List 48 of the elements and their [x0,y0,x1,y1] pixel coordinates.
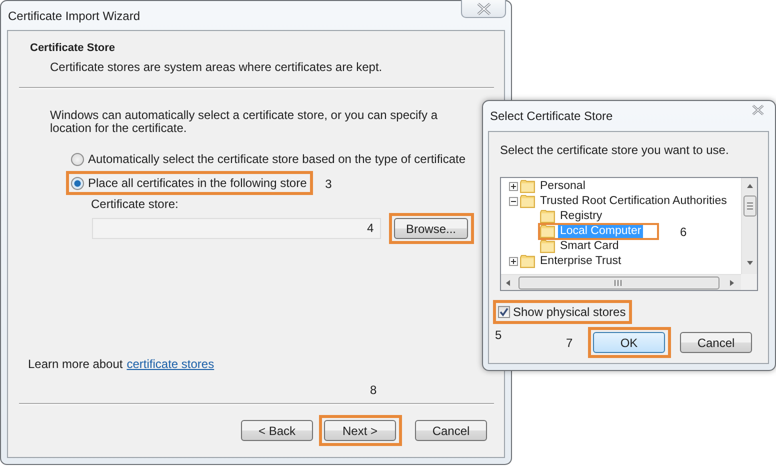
tree-item[interactable]: Registry [558,210,604,223]
dialog-title: Select Certificate Store [490,109,613,123]
folder-icon [520,255,535,268]
callout-number: 8 [370,383,377,397]
checkbox[interactable] [498,306,510,318]
folder-icon [540,225,555,238]
close-button[interactable] [751,104,765,116]
callout-number: 3 [325,177,332,191]
tree-item[interactable]: Smart Card [558,240,621,253]
dialog-button[interactable]: OK [593,332,665,353]
folder-icon [520,195,535,208]
radio-label[interactable]: Place all certificates in the following store [88,176,307,190]
dialog-prompt: Select the certificate store you want to use. [500,143,730,157]
scrollbar-corner [741,274,757,290]
wizard-button[interactable]: Cancel [415,420,487,441]
field-label: Certificate store: [91,197,180,211]
expand-icon[interactable] [509,182,518,191]
radio-button[interactable] [71,152,84,166]
vertical-scrollbar[interactable] [741,178,757,274]
tree-item[interactable]: Personal [538,180,588,193]
close-button[interactable] [461,0,506,18]
callout-number: 7 [566,336,573,350]
horizontal-scrollbar[interactable] [501,274,741,290]
radio-label[interactable]: Automatically select the certificate store based on the type of certificate [88,152,466,166]
callout-number: 6 [680,225,687,239]
folder-icon [540,210,555,223]
wizard-button[interactable]: < Back [241,420,313,441]
expand-icon[interactable] [509,257,518,266]
callout-number: 4 [367,221,374,235]
intro-text: Windows can automatically select a certificate store, or you can specify a location for the certificate. [50,109,439,135]
folder-icon [520,180,535,193]
close-icon [752,105,764,115]
radio-button[interactable] [71,176,84,190]
page-description: Certificate stores are system areas where certificates are kept. [50,60,384,74]
tree-item[interactable]: Trusted Root Certification Authorities [538,195,729,208]
wizard-button[interactable]: Next > [324,420,396,441]
help-text: Learn more about [28,357,123,371]
checkbox-label[interactable]: Show physical stores [513,305,626,319]
help-link[interactable]: certificate stores [126,357,214,371]
close-icon [476,2,490,14]
window-title: Certificate Import Wizard [8,8,140,22]
collapse-icon[interactable] [509,197,518,206]
folder-icon [540,240,555,253]
dialog-button[interactable]: Cancel [680,332,752,353]
browse-button[interactable]: Browse... [394,218,468,239]
tree-item[interactable]: Enterprise Trust [538,255,624,268]
page-heading: Certificate Store [30,42,116,54]
callout-number: 5 [495,328,502,342]
